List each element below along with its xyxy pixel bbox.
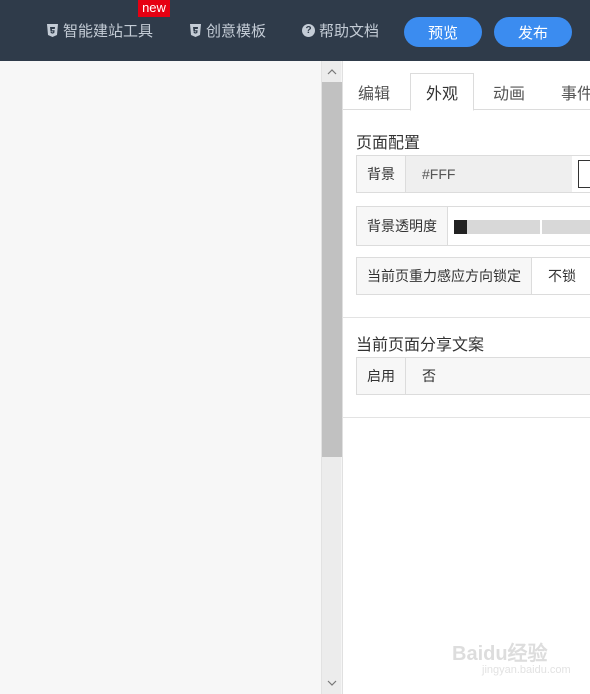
gravity-lock-label: 当前页重力感应方向锁定 xyxy=(357,258,532,294)
publish-button[interactable]: 发布 xyxy=(494,17,572,47)
nav-smart-site-tools-label: 智能建站工具 xyxy=(63,22,154,40)
section-divider xyxy=(343,317,590,318)
background-opacity-label: 背景透明度 xyxy=(357,207,448,245)
opacity-slider-handle[interactable] xyxy=(454,220,467,234)
slider-tick xyxy=(540,220,542,234)
background-opacity-row: 背景透明度 xyxy=(356,206,590,246)
editor-canvas[interactable] xyxy=(0,61,321,694)
canvas-scrollbar[interactable] xyxy=(321,61,342,694)
new-badge: new xyxy=(138,0,170,17)
scroll-down-arrow-icon[interactable] xyxy=(322,674,342,692)
nav-smart-site-tools[interactable]: 智能建站工具 xyxy=(46,19,153,41)
gravity-lock-row: 当前页重力感应方向锁定 不锁 xyxy=(356,257,590,295)
properties-panel: 编辑 外观 动画 事件 页面配置 背景 #FFF 背景透明度 当前页重力感应方向… xyxy=(342,61,590,694)
html5-icon xyxy=(189,23,202,37)
background-row: 背景 #FFF xyxy=(356,155,590,193)
baidu-watermark-url: jingyan.baidu.com xyxy=(482,664,571,676)
scroll-up-arrow-icon[interactable] xyxy=(322,63,342,81)
nav-creative-templates-label: 创意模板 xyxy=(206,22,267,40)
color-picker-swatch[interactable] xyxy=(578,160,590,188)
help-circle-icon: ? xyxy=(302,23,315,37)
share-enable-select[interactable]: 否 xyxy=(406,358,590,394)
tab-animation[interactable]: 动画 xyxy=(493,73,525,110)
gravity-lock-select[interactable]: 不锁 xyxy=(532,258,590,294)
share-enable-label: 启用 xyxy=(357,358,406,394)
nav-help-docs-label: 帮助文档 xyxy=(319,22,380,40)
baidu-watermark: Baidu经验 xyxy=(452,643,548,665)
page-config-title: 页面配置 xyxy=(356,135,421,152)
tab-appearance[interactable]: 外观 xyxy=(410,73,474,111)
background-label: 背景 xyxy=(357,156,406,192)
background-color-input[interactable]: #FFF xyxy=(406,156,572,192)
preview-button[interactable]: 预览 xyxy=(404,17,482,47)
tab-edit[interactable]: 编辑 xyxy=(358,73,390,110)
section-divider xyxy=(343,417,590,418)
panel-tabs: 编辑 外观 动画 事件 xyxy=(343,73,590,111)
tab-events[interactable]: 事件 xyxy=(561,73,590,110)
share-text-title: 当前页面分享文案 xyxy=(356,337,485,354)
nav-help-docs[interactable]: ? 帮助文档 xyxy=(302,19,379,41)
top-toolbar: 智能建站工具 new 创意模板 ? 帮助文档 预览 发布 xyxy=(0,0,590,61)
scroll-thumb[interactable] xyxy=(322,82,342,457)
html5-icon xyxy=(46,23,59,37)
opacity-slider[interactable] xyxy=(454,220,590,234)
nav-creative-templates[interactable]: 创意模板 xyxy=(189,19,266,41)
share-enable-row: 启用 否 xyxy=(356,357,590,395)
